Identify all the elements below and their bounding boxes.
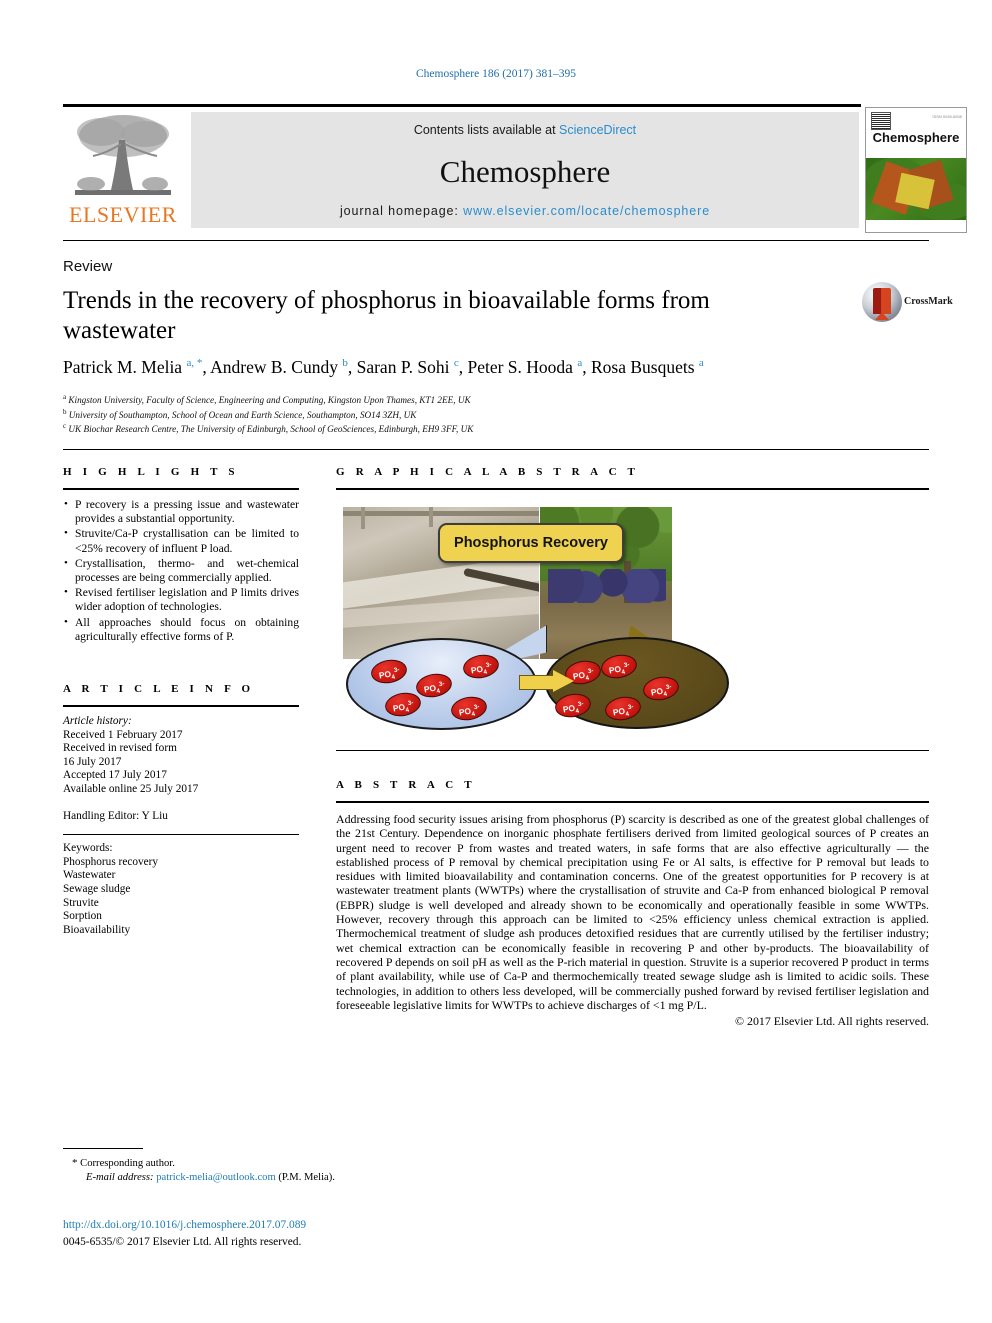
footnote-rule bbox=[63, 1148, 143, 1149]
doi-link[interactable]: http://dx.doi.org/10.1016/j.chemosphere.… bbox=[63, 1219, 306, 1231]
abstract-rule bbox=[336, 801, 929, 803]
crossmark-badge[interactable]: CrossMark bbox=[862, 282, 953, 324]
keyword-item: Sorption bbox=[63, 910, 102, 923]
running-head: Chemosphere 186 (2017) 381–395 bbox=[415, 68, 577, 80]
crossmark-circle-icon bbox=[862, 282, 902, 322]
elsevier-wordmark: ELSEVIER bbox=[69, 202, 177, 227]
keyword-item: Struvite bbox=[63, 896, 99, 909]
left-column: H I G H L I G H T S P recovery is a pres… bbox=[63, 466, 299, 937]
history-line: 16 July 2017 bbox=[63, 755, 122, 768]
photo-post bbox=[361, 507, 365, 529]
article-first-page: Chemosphere 186 (2017) 381–395 ELSEVIER … bbox=[0, 0, 992, 1323]
affiliation-list: a Kingston University, Faculty of Scienc… bbox=[63, 392, 763, 436]
arrow-shaft bbox=[519, 675, 556, 690]
sciencedirect-link[interactable]: ScienceDirect bbox=[559, 123, 636, 137]
header-bottom-rule bbox=[63, 240, 929, 241]
cover-corner-text: ISSN 0045-6535 bbox=[932, 114, 962, 119]
elsevier-tree-icon bbox=[75, 115, 171, 195]
graphical-abstract-rule bbox=[336, 488, 929, 490]
list-item: P recovery is a pressing issue and waste… bbox=[63, 497, 299, 526]
graphical-abstract-canvas: Phosphorus Recovery PO43- PO43- PO43- PO… bbox=[343, 507, 743, 730]
author-list: Patrick M. Melia a, *, Andrew B. Cundy b… bbox=[63, 357, 704, 377]
corresponding-author-label: Corresponding author. bbox=[80, 1158, 175, 1169]
corresponding-author-line: * Corresponding author. bbox=[72, 1156, 335, 1171]
highlights-heading: H I G H L I G H T S bbox=[63, 466, 239, 478]
homepage-prefix: journal homepage: bbox=[339, 204, 464, 218]
contents-prefix: Contents lists available at bbox=[413, 123, 560, 137]
history-line: Available online 25 July 2017 bbox=[63, 783, 199, 795]
list-item: Struvite/Ca-P crystallisation can be lim… bbox=[63, 526, 299, 555]
keyword-item: Sewage sludge bbox=[63, 882, 131, 895]
contents-lists-line: Contents lists available at ScienceDirec… bbox=[191, 123, 859, 137]
article-info-heading: A R T I C L E I N F O bbox=[63, 683, 255, 696]
journal-homepage-line: journal homepage: www.elsevier.com/locat… bbox=[191, 204, 859, 218]
history-line: Received 1 February 2017 bbox=[63, 728, 183, 741]
email-line: E-mail address: patrick-melia@outlook.co… bbox=[72, 1171, 335, 1185]
email-address-label: E-mail address: bbox=[86, 1172, 154, 1183]
cover-elsevier-mark-icon bbox=[871, 112, 891, 130]
arrow-head bbox=[553, 670, 574, 692]
highlights-list: P recovery is a pressing issue and waste… bbox=[63, 497, 299, 644]
crossmark-book-icon bbox=[873, 288, 891, 320]
masthead-top-rule bbox=[63, 104, 861, 107]
abstract-text: Addressing food security issues arising … bbox=[336, 812, 929, 1012]
list-item: All approaches should focus on obtaining… bbox=[63, 615, 299, 644]
graphical-abstract-heading: G R A P H I C A L A B S T R A C T bbox=[336, 466, 640, 478]
cover-journal-name: Chemosphere bbox=[872, 130, 960, 145]
article-history: Article history: Received 1 February 201… bbox=[63, 715, 299, 823]
journal-masthead: ELSEVIER Contents lists available at Sci… bbox=[63, 104, 967, 233]
elsevier-logo: ELSEVIER bbox=[63, 110, 183, 228]
affiliation-item: c UK Biochar Research Centre, The Univer… bbox=[63, 422, 474, 435]
handling-editor: Handling Editor: Y Liu bbox=[63, 809, 168, 822]
article-history-label: Article history: bbox=[63, 715, 132, 728]
corresponding-author-note: * Corresponding author. E-mail address: … bbox=[72, 1156, 335, 1185]
abstract-heading: A B S T R A C T bbox=[336, 779, 476, 791]
article-type-label: Review bbox=[63, 258, 113, 275]
email-attribution: (P.M. Melia). bbox=[278, 1172, 335, 1183]
journal-homepage-link[interactable]: www.elsevier.com/locate/chemosphere bbox=[463, 204, 710, 218]
article-info-rule bbox=[63, 705, 299, 708]
page-title: Trends in the recovery of phosphorus in … bbox=[63, 287, 710, 344]
title-block-bottom-rule bbox=[63, 449, 929, 450]
list-item: Revised fertiliser legislation and P lim… bbox=[63, 585, 299, 614]
recovery-arrow-icon bbox=[519, 670, 575, 692]
photo-rail bbox=[343, 511, 539, 516]
asterisk-marker: * bbox=[72, 1157, 78, 1169]
history-line: Received in revised form bbox=[63, 742, 177, 755]
keyword-item: Wastewater bbox=[63, 869, 116, 882]
graphical-abstract-figure: Phosphorus Recovery PO43- PO43- PO43- PO… bbox=[336, 499, 929, 742]
abstract-copyright: © 2017 Elsevier Ltd. All rights reserved… bbox=[735, 1014, 929, 1029]
keywords-block: Keywords: Phosphorus recovery Wastewater… bbox=[63, 842, 299, 937]
issn-copyright-line: 0045-6535/© 2017 Elsevier Ltd. All right… bbox=[63, 1236, 302, 1248]
affiliation-item: a Kingston University, Faculty of Scienc… bbox=[63, 393, 471, 406]
banner-label: Phosphorus Recovery bbox=[454, 535, 608, 551]
affiliation-item: b University of Southampton, School of O… bbox=[63, 407, 417, 420]
photo-grape-clusters bbox=[548, 569, 666, 603]
journal-cover-thumbnail[interactable]: ISSN 0045-6535 Chemosphere bbox=[865, 107, 967, 233]
cover-artwork bbox=[866, 158, 966, 220]
cover-bottom-band bbox=[866, 220, 966, 232]
cover-top-band: ISSN 0045-6535 Chemosphere bbox=[866, 108, 966, 158]
list-item: Crystallisation, thermo- and wet-chemica… bbox=[63, 556, 299, 585]
email-link[interactable]: patrick-melia@outlook.com bbox=[156, 1172, 276, 1183]
keywords-rule bbox=[63, 834, 299, 836]
journal-title: Chemosphere bbox=[439, 154, 611, 189]
photo-post bbox=[429, 507, 433, 527]
highlights-rule bbox=[63, 488, 299, 490]
right-column: G R A P H I C A L A B S T R A C T Phosph… bbox=[336, 466, 929, 1029]
phosphorus-recovery-banner: Phosphorus Recovery bbox=[438, 523, 624, 563]
keywords-label: Keywords: bbox=[63, 842, 113, 855]
keyword-item: Phosphorus recovery bbox=[63, 855, 159, 868]
keyword-item: Bioavailability bbox=[63, 923, 131, 936]
journal-band: Contents lists available at ScienceDirec… bbox=[191, 112, 859, 228]
history-line: Accepted 17 July 2017 bbox=[63, 769, 167, 782]
crossmark-label: CrossMark bbox=[904, 296, 953, 307]
